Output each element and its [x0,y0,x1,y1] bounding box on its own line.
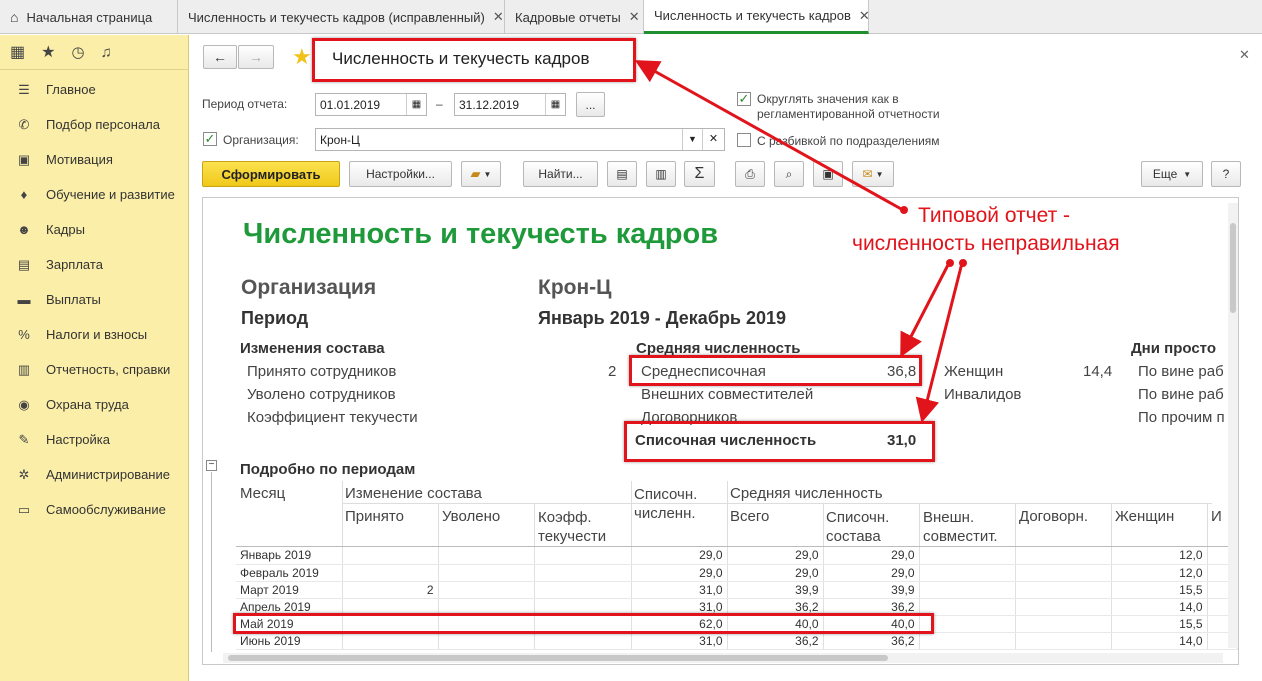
annotation-line-2: численность неправильная [852,232,1120,255]
annotation-dot [946,259,954,267]
annotation-dot [959,259,967,267]
annotation-dot [900,206,908,214]
arrow-to-list [915,262,964,423]
annotation-line-1: Типовой отчет - [918,204,1071,227]
arrow-to-title [634,60,904,212]
annotation-arrows [634,60,964,423]
